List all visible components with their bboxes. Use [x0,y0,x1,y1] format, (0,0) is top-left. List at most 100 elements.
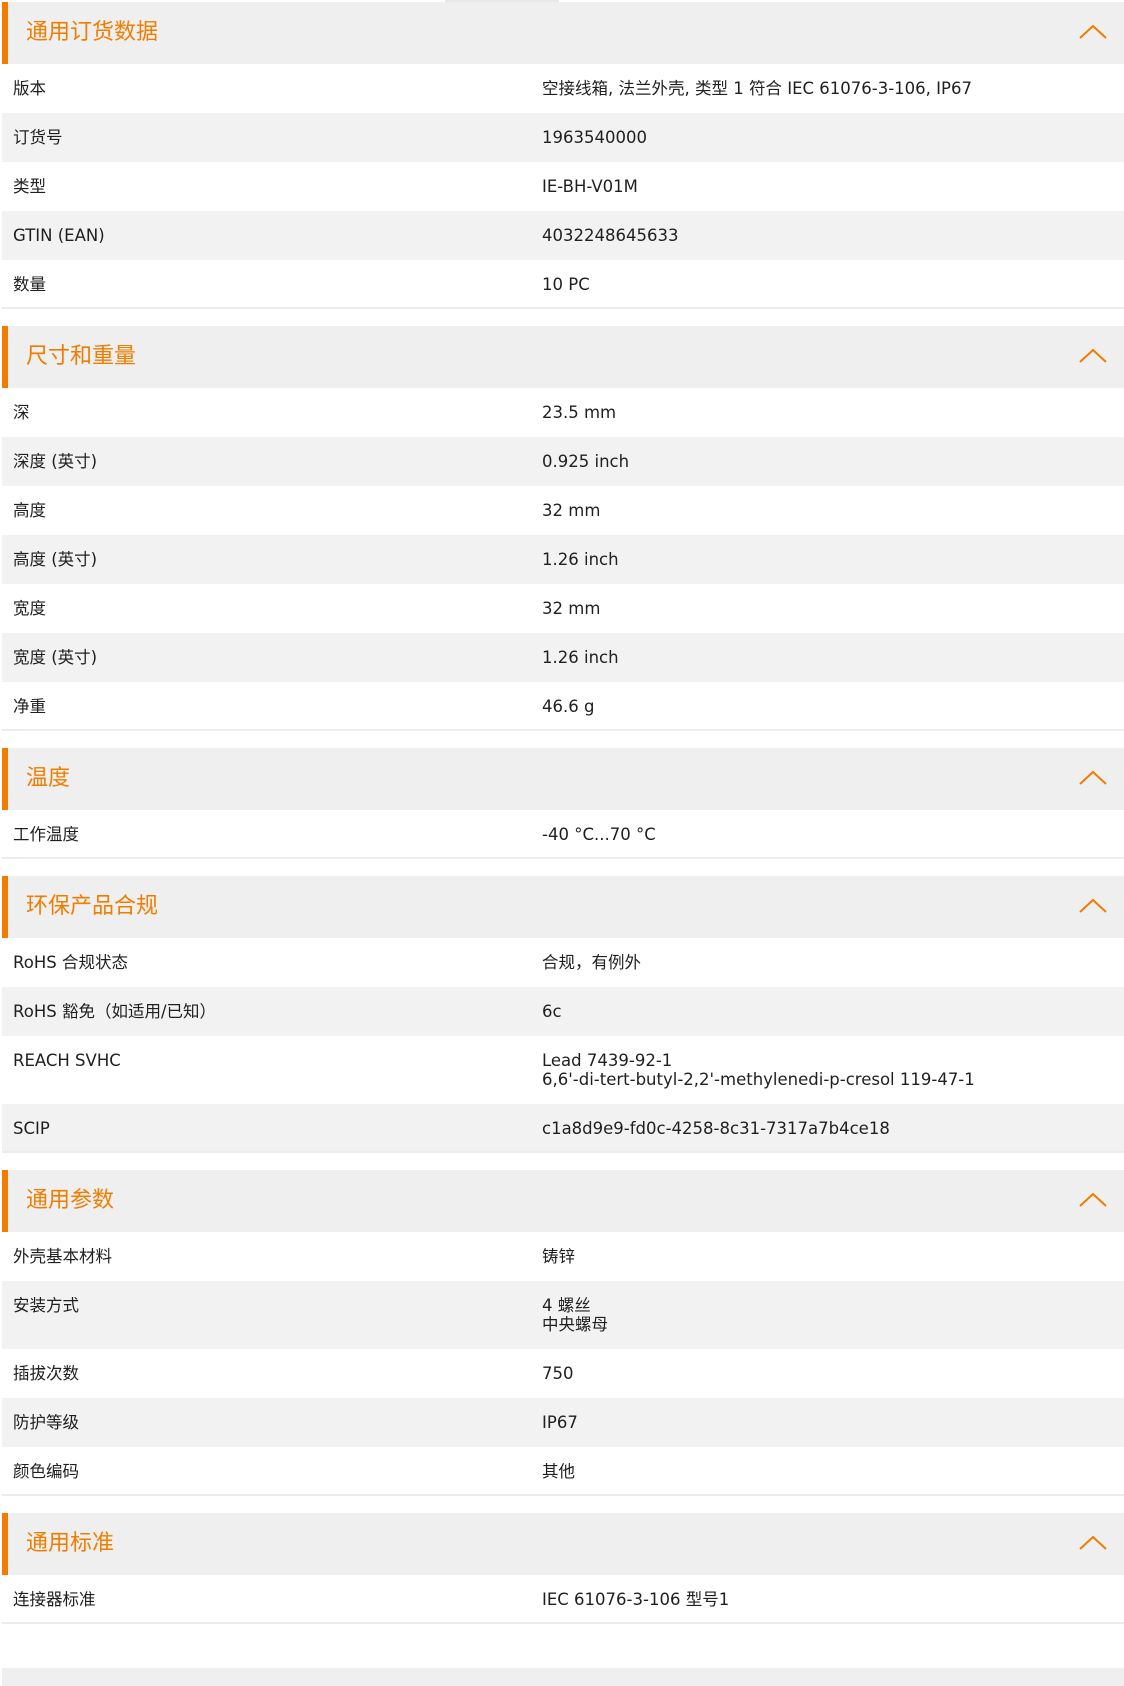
spec-row: 净重 46.6 g [2,682,1124,731]
spec-label: 类型 [13,177,46,196]
spec-value: 0.925 inch [542,452,630,471]
spec-section: 通用参数外壳基本材料 铸锌安装方式 4 螺丝 中央螺母插拔次数 750 防护等级 IP67… [2,1170,1124,1496]
spec-row: 版本 空接线箱, 法兰外壳, 类型 1 符合 IEC 61076-3-106, I… [2,64,1124,113]
spec-label: 宽度 (英寸) [13,648,98,667]
spec-label: 版本 [13,79,46,98]
spec-row: RoHS 豁免（如适用/已知） 6c [2,987,1124,1036]
spec-section: 通用订货数据版本 空接线箱, 法兰外壳, 类型 1 符合 IEC 61076-3-… [2,2,1124,309]
spec-value: 4032248645633 [542,226,679,245]
section-header-toggle[interactable]: 通用订货数据 [2,2,1124,64]
spec-value: 23.5 mm [542,403,617,422]
spec-row: 类型 IE-BH-V01M [2,162,1124,211]
spec-label: RoHS 合规状态 [13,953,128,972]
spec-row: 深 23.5 mm [2,388,1124,437]
spec-row: 订货号 1963540000 [2,113,1124,162]
spec-row: RoHS 合规状态 合规，有例外 [2,938,1124,987]
chevron-up-icon[interactable] [1078,1535,1108,1551]
section-spacer [0,1153,1124,1170]
spec-label: 高度 [13,501,46,520]
spec-value: 1.26 inch [542,550,619,569]
spec-label: 深 [13,403,30,422]
spec-row: 工作温度 -40 °C...70 °C [2,810,1124,859]
spec-value: IP67 [542,1413,578,1432]
spec-row: 防护等级 IP67 [2,1398,1124,1447]
spec-row: 安装方式 4 螺丝 中央螺母 [2,1281,1124,1349]
spec-section: 通用标准连接器标准 IEC 61076-3-106 型号1 [2,1513,1124,1624]
chevron-up-icon[interactable] [1078,24,1108,40]
section-header-toggle[interactable]: 尺寸和重量 [2,326,1124,388]
spec-value: 1.26 inch [542,648,619,667]
spec-row: REACH SVHC Lead 7439-92-1 6,6'-di-tert-bu… [2,1036,1124,1104]
section-spacer [0,731,1124,748]
spec-section: 尺寸和重量深 23.5 mm 深度 (英寸) 0.925 inch 高度 32 mm 高度 … [2,326,1124,731]
spec-label: 数量 [13,275,46,294]
chevron-up-icon[interactable] [1078,898,1108,914]
spec-label: 宽度 [13,599,46,618]
spec-label: SCIP [13,1119,50,1138]
spec-value: Lead 7439-92-1 6,6'-di-tert-butyl-2,2'-m… [542,1051,975,1089]
section-header-toggle[interactable]: 通用标准 [2,1513,1124,1575]
section-title: 尺寸和重量 [26,344,137,369]
spec-label: 净重 [13,697,46,716]
section-title: 温度 [26,766,71,791]
section-header-toggle[interactable]: 通用参数 [2,1170,1124,1232]
spec-row: 插拔次数 750 [2,1349,1124,1398]
spec-value: IE-BH-V01M [542,177,638,196]
chevron-up-icon[interactable] [1078,1192,1108,1208]
spec-label: 安装方式 [13,1296,79,1315]
spec-value: 4 螺丝 中央螺母 [542,1296,608,1334]
spec-label: 高度 (英寸) [13,550,98,569]
spec-label: 防护等级 [13,1413,79,1432]
spec-sections: 通用订货数据版本 空接线箱, 法兰外壳, 类型 1 符合 IEC 61076-3-… [0,2,1124,1624]
spec-row: 颜色编码 其他 [2,1447,1124,1496]
spec-value: 32 mm [542,501,601,520]
spec-row: GTIN (EAN) 4032248645633 [2,211,1124,260]
spec-value: 合规，有例外 [542,953,641,972]
spec-value: 其他 [542,1462,575,1481]
spec-row: 外壳基本材料 铸锌 [2,1232,1124,1281]
spec-label: 插拔次数 [13,1364,79,1383]
spec-value: -40 °C...70 °C [542,825,656,844]
spec-value: 10 PC [542,275,590,294]
spec-row: 宽度 32 mm [2,584,1124,633]
spec-section: 环保产品合规 RoHS 合规状态 合规，有例外 RoHS 豁免（如适用/已知） 6c RE… [2,876,1124,1153]
spec-label: 连接器标准 [13,1590,96,1609]
spec-row: SCIP c1a8d9e9-fd0c-4258-8c31-7317a7b4ce18 [2,1104,1124,1153]
spec-label: 工作温度 [13,825,79,844]
product-spec-page: 通用订货数据版本 空接线箱, 法兰外壳, 类型 1 符合 IEC 61076-3-… [0,0,1124,1686]
spec-row: 数量 10 PC [2,260,1124,309]
spec-row: 宽度 (英寸) 1.26 inch [2,633,1124,682]
spec-value: c1a8d9e9-fd0c-4258-8c31-7317a7b4ce18 [542,1119,890,1138]
spec-row: 高度 32 mm [2,486,1124,535]
spec-value: 750 [542,1364,574,1383]
spec-row: 高度 (英寸) 1.26 inch [2,535,1124,584]
spec-label: RoHS 豁免（如适用/已知） [13,1002,217,1021]
spec-label: 深度 (英寸) [13,452,98,471]
section-spacer [0,309,1124,326]
spec-label: REACH SVHC [13,1051,121,1070]
spec-value: 铸锌 [542,1247,575,1266]
spec-value: 32 mm [542,599,601,618]
spec-value: 46.6 g [542,697,595,716]
section-title: 环保产品合规 [26,894,159,919]
spec-row: 连接器标准 IEC 61076-3-106 型号1 [2,1575,1124,1624]
spec-section: 温度工作温度 -40 °C...70 °C [2,748,1124,859]
spec-row: 深度 (英寸) 0.925 inch [2,437,1124,486]
spec-value: 6c [542,1002,562,1021]
section-title: 通用参数 [26,1188,115,1213]
spec-label: 外壳基本材料 [13,1247,112,1266]
spec-value: IEC 61076-3-106 型号1 [542,1590,730,1609]
spec-label: 订货号 [13,128,63,147]
section-header-toggle[interactable]: 温度 [2,748,1124,810]
chevron-up-icon[interactable] [1078,348,1108,364]
spec-label: GTIN (EAN) [13,226,105,245]
section-header-toggle[interactable]: 环保产品合规 [2,876,1124,938]
spec-label: 颜色编码 [13,1462,79,1481]
chevron-up-icon[interactable] [1078,770,1108,786]
spec-value: 1963540000 [542,128,647,147]
next-section-header[interactable] [2,1668,1124,1686]
spec-value: 空接线箱, 法兰外壳, 类型 1 符合 IEC 61076-3-106, IP6… [542,79,972,98]
section-title: 通用订货数据 [26,20,159,45]
section-title: 通用标准 [26,1531,115,1556]
section-spacer [0,1496,1124,1513]
